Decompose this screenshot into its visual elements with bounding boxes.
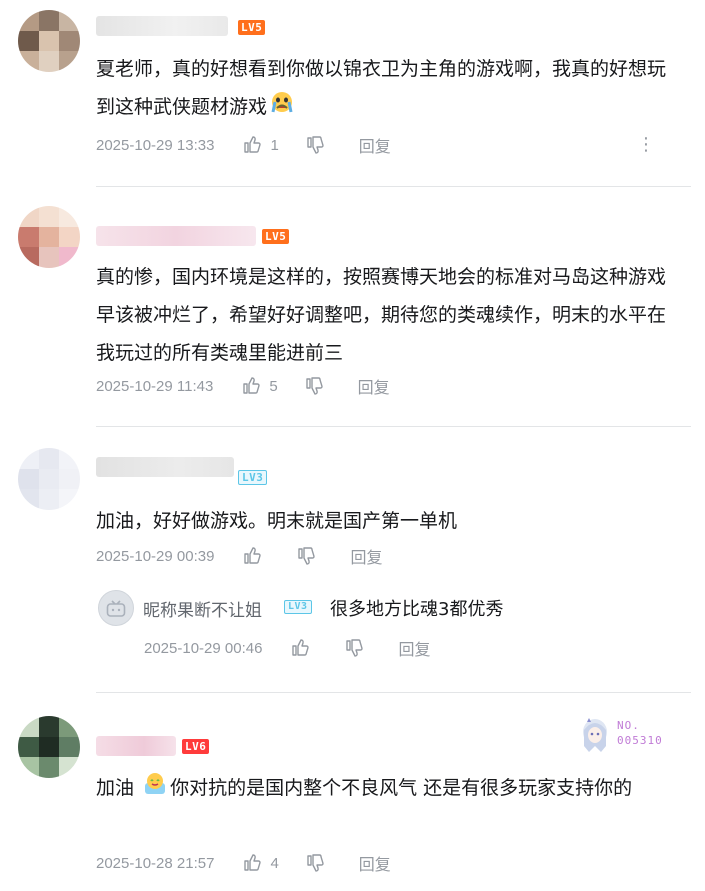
reply-button[interactable]: 回复: [358, 374, 390, 398]
level-badge: LV3: [238, 470, 268, 485]
username[interactable]: [96, 736, 176, 756]
like-button[interactable]: [290, 638, 318, 658]
comment-meta: 2025-10-28 21:57 4 回复: [96, 851, 391, 875]
comment-meta: 2025-10-29 00:39 回复: [96, 544, 382, 568]
dislike-button[interactable]: [296, 546, 324, 566]
like-icon: [244, 854, 262, 871]
like-count: 4: [270, 854, 279, 872]
dislike-icon: [298, 547, 316, 565]
fan-badge[interactable]: NO. 005310: [577, 716, 687, 756]
divider: [96, 426, 691, 427]
reply-button[interactable]: 回复: [350, 544, 382, 568]
username[interactable]: [96, 16, 228, 36]
like-icon: [243, 377, 260, 394]
timestamp: 2025-10-28 21:57: [96, 854, 215, 872]
divider: [96, 186, 691, 187]
timestamp: 2025-10-29 00:39: [96, 547, 215, 565]
level-badge: LV5: [238, 20, 266, 35]
comment-text: 夏老师，真的好想看到你做以锦衣卫为主角的游戏啊，我真的好想玩到这种武侠题材游戏: [96, 50, 675, 127]
reply-button[interactable]: 回复: [359, 851, 391, 875]
username[interactable]: [96, 226, 256, 246]
dislike-icon: [307, 136, 324, 154]
like-icon: [244, 136, 262, 153]
like-button[interactable]: 1: [242, 135, 279, 155]
like-count: 5: [269, 377, 278, 395]
comment-text: 加油，好好做游戏。明末就是国产第一单机: [96, 510, 458, 532]
avatar[interactable]: [18, 448, 80, 510]
dislike-button[interactable]: [305, 853, 333, 873]
like-button[interactable]: 4: [242, 853, 279, 873]
dislike-button[interactable]: [305, 135, 333, 155]
username[interactable]: [96, 457, 234, 477]
dislike-button[interactable]: [344, 638, 372, 658]
cheer-emoji-icon: [142, 770, 168, 808]
comment-text: 加油 你对抗的是国内整个不良风气 还是有很多玩家支持你的: [96, 769, 675, 808]
avatar[interactable]: [98, 590, 134, 626]
dislike-button[interactable]: [304, 376, 332, 396]
timestamp: 2025-10-29 00:46: [144, 639, 263, 657]
level-badge: LV6: [182, 739, 210, 754]
like-button[interactable]: [242, 546, 270, 566]
level-badge: LV5: [262, 229, 290, 244]
reply-button[interactable]: 回复: [359, 133, 391, 157]
level-badge: LV3: [284, 600, 312, 614]
timestamp: 2025-10-29 11:43: [96, 377, 214, 395]
like-icon: [292, 639, 310, 656]
reply-button[interactable]: 回复: [398, 636, 430, 660]
like-button[interactable]: 5: [241, 376, 278, 396]
avatar[interactable]: [18, 10, 80, 72]
comment-text: 真的惨，国内环境是这样的，按照赛博天地会的标准对马岛这种游戏早该被冲烂了，希望好…: [96, 266, 667, 364]
sub-reply-username[interactable]: 昵称果断不让姐: [143, 596, 262, 621]
divider: [96, 692, 691, 693]
dislike-icon: [305, 377, 323, 395]
tv-avatar-icon: [106, 600, 126, 617]
comment-meta: 2025-10-29 00:46 回复: [144, 636, 430, 660]
avatar[interactable]: [18, 716, 80, 778]
crying-emoji-icon: [269, 89, 295, 127]
dislike-icon: [307, 854, 324, 872]
timestamp: 2025-10-29 13:33: [96, 136, 215, 154]
comment-meta: 2025-10-29 13:33 1 回复: [96, 133, 391, 157]
avatar[interactable]: [18, 206, 80, 268]
sub-reply-text: 很多地方比魂3都优秀: [330, 599, 504, 620]
dislike-icon: [346, 639, 364, 657]
comment-meta: 2025-10-29 11:43 5 回复: [96, 374, 390, 398]
anime-girl-icon: [583, 718, 607, 752]
like-icon: [244, 547, 262, 564]
like-count: 1: [270, 136, 279, 154]
fan-badge-number: NO. 005310: [617, 719, 663, 747]
more-icon[interactable]: ⋮: [637, 134, 655, 155]
